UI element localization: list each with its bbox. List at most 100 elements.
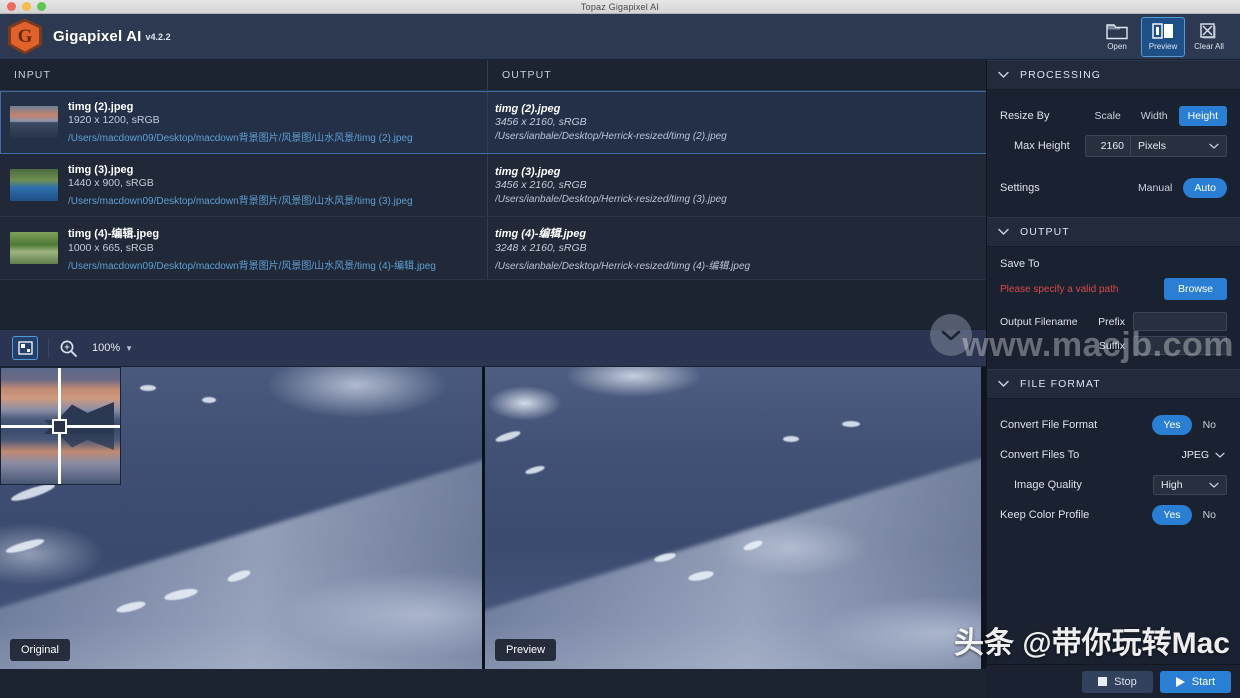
image-quality-value: High: [1161, 479, 1183, 491]
input-path[interactable]: /Users/macdown09/Desktop/macdown背景图片/风景图…: [68, 129, 413, 144]
open-button[interactable]: Open: [1095, 17, 1139, 57]
app-title: Gigapixel AI: [53, 28, 142, 45]
input-meta: timg (2).jpeg 1920 x 1200, sRGB /Users/m…: [68, 101, 413, 144]
file-format-section-header[interactable]: FILE FORMAT: [987, 369, 1240, 399]
max-height-unit-select[interactable]: Pixels: [1131, 135, 1227, 157]
chevron-down-icon: [998, 71, 1009, 79]
window-title: Topaz Gigapixel AI: [0, 0, 1240, 14]
clear-all-icon: [1198, 22, 1220, 40]
stop-icon: [1098, 677, 1107, 686]
settings-label: Settings: [1000, 182, 1127, 194]
convert-file-format-row: Convert File Format Yes No: [1000, 410, 1227, 440]
keep-color-profile-label: Keep Color Profile: [1000, 509, 1152, 521]
navigator-thumbnail[interactable]: [0, 367, 121, 485]
path-error-message: Please specify a valid path: [1000, 284, 1156, 295]
split-compare-icon: [18, 341, 33, 355]
resize-by-width-option[interactable]: Width: [1132, 106, 1177, 126]
max-height-input[interactable]: 2160: [1085, 135, 1131, 157]
settings-options: Manual Auto: [1127, 178, 1227, 198]
thumbnail-image: [10, 232, 58, 264]
open-button-label: Open: [1107, 42, 1127, 51]
action-bar: Stop Start: [986, 664, 1240, 698]
processing-section-header[interactable]: PROCESSING: [987, 60, 1240, 90]
folder-open-icon: [1106, 22, 1128, 40]
image-quality-label: Image Quality: [1000, 479, 1153, 491]
suffix-row: Suffix: [1000, 336, 1227, 355]
convert-files-to-value: JPEG: [1182, 449, 1209, 461]
prefix-input[interactable]: [1133, 312, 1227, 331]
chevron-down-icon: [1209, 482, 1219, 489]
image-quality-row: Image Quality High: [1000, 470, 1227, 500]
save-to-label: Save To: [1000, 258, 1227, 270]
save-to-row: Please specify a valid path Browse: [1000, 278, 1227, 300]
keep-color-profile-yes-option[interactable]: Yes: [1152, 505, 1191, 525]
resize-by-row: Resize By Scale Width Height: [1000, 101, 1227, 131]
max-height-unit-value: Pixels: [1138, 140, 1166, 152]
collapse-panel-button[interactable]: [930, 314, 972, 356]
snow-patch: [140, 385, 156, 391]
convert-file-format-options: Yes No: [1152, 415, 1227, 435]
convert-file-format-no-option[interactable]: No: [1192, 415, 1227, 435]
processing-section-body: Resize By Scale Width Height Max Height …: [987, 90, 1240, 217]
start-button[interactable]: Start: [1160, 671, 1231, 693]
output-section-title: OUTPUT: [1020, 226, 1070, 238]
resize-by-height-option[interactable]: Height: [1179, 106, 1227, 126]
input-meta: timg (4)-编辑.jpeg 1000 x 665, sRGB /Users…: [68, 225, 436, 272]
input-filename: timg (2).jpeg: [68, 101, 413, 113]
settings-row: Settings Manual Auto: [1000, 173, 1227, 203]
keep-color-profile-options: Yes No: [1152, 505, 1227, 525]
output-section-header[interactable]: OUTPUT: [987, 217, 1240, 247]
chevron-down-icon: [940, 329, 962, 342]
convert-files-to-select[interactable]: JPEG: [1180, 446, 1227, 464]
zoom-level-select[interactable]: 100% ▼: [88, 340, 137, 356]
chevron-down-icon: [998, 228, 1009, 236]
max-height-row: Max Height 2160 Pixels: [1000, 131, 1227, 161]
original-pane[interactable]: Original: [0, 367, 485, 669]
browse-button[interactable]: Browse: [1164, 278, 1227, 300]
input-dimensions: 1440 x 900, sRGB: [68, 177, 413, 189]
input-filename: timg (3).jpeg: [68, 164, 413, 176]
output-filename-row: Output Filename Prefix: [1000, 312, 1227, 331]
compare-view-button[interactable]: [12, 336, 38, 360]
convert-files-to-row: Convert Files To JPEG: [1000, 440, 1227, 470]
input-cell: timg (3).jpeg 1440 x 900, sRGB /Users/ma…: [0, 154, 488, 216]
keep-color-profile-row: Keep Color Profile Yes No: [1000, 500, 1227, 530]
input-cell: timg (4)-编辑.jpeg 1000 x 665, sRGB /Users…: [0, 217, 488, 279]
input-path[interactable]: /Users/macdown09/Desktop/macdown背景图片/风景图…: [68, 257, 436, 272]
original-label[interactable]: Original: [10, 639, 70, 661]
resize-by-scale-option[interactable]: Scale: [1086, 106, 1130, 126]
preview-button[interactable]: Preview: [1141, 17, 1185, 57]
convert-file-format-label: Convert File Format: [1000, 419, 1152, 431]
start-button-label: Start: [1192, 676, 1215, 688]
suffix-input[interactable]: [1133, 336, 1227, 355]
settings-manual-option[interactable]: Manual: [1127, 178, 1183, 198]
input-meta: timg (3).jpeg 1440 x 900, sRGB /Users/ma…: [68, 164, 413, 207]
keep-color-profile-no-option[interactable]: No: [1192, 505, 1227, 525]
processing-section-title: PROCESSING: [1020, 69, 1101, 81]
chevron-down-icon: [1215, 452, 1225, 459]
input-dimensions: 1000 x 665, sRGB: [68, 242, 436, 254]
convert-file-format-yes-option[interactable]: Yes: [1152, 415, 1191, 435]
resize-by-label: Resize By: [1000, 110, 1086, 122]
preview-label[interactable]: Preview: [495, 639, 556, 661]
play-icon: [1176, 677, 1185, 687]
max-height-label: Max Height: [1000, 140, 1085, 152]
toolbar-divider: [48, 338, 49, 358]
stop-button[interactable]: Stop: [1082, 671, 1153, 693]
stop-button-label: Stop: [1114, 676, 1137, 688]
window-title-bar: Topaz Gigapixel AI: [0, 0, 1240, 14]
input-column-header: INPUT: [0, 60, 488, 90]
magnifier-icon[interactable]: [59, 339, 78, 358]
settings-auto-option[interactable]: Auto: [1183, 178, 1227, 198]
clear-all-button[interactable]: Clear All: [1187, 17, 1231, 57]
preview-pane[interactable]: Preview: [485, 367, 981, 669]
zoom-level-value: 100%: [92, 342, 120, 354]
navigator-viewport-box[interactable]: [52, 419, 67, 434]
image-quality-select[interactable]: High: [1153, 475, 1227, 495]
input-path[interactable]: /Users/macdown09/Desktop/macdown背景图片/风景图…: [68, 192, 413, 207]
suffix-label: Suffix: [1099, 340, 1125, 352]
split-preview-icon: [1152, 22, 1174, 40]
clear-all-button-label: Clear All: [1194, 42, 1224, 51]
file-format-section-body: Convert File Format Yes No Convert Files…: [987, 399, 1240, 544]
chevron-down-icon: [998, 380, 1009, 388]
